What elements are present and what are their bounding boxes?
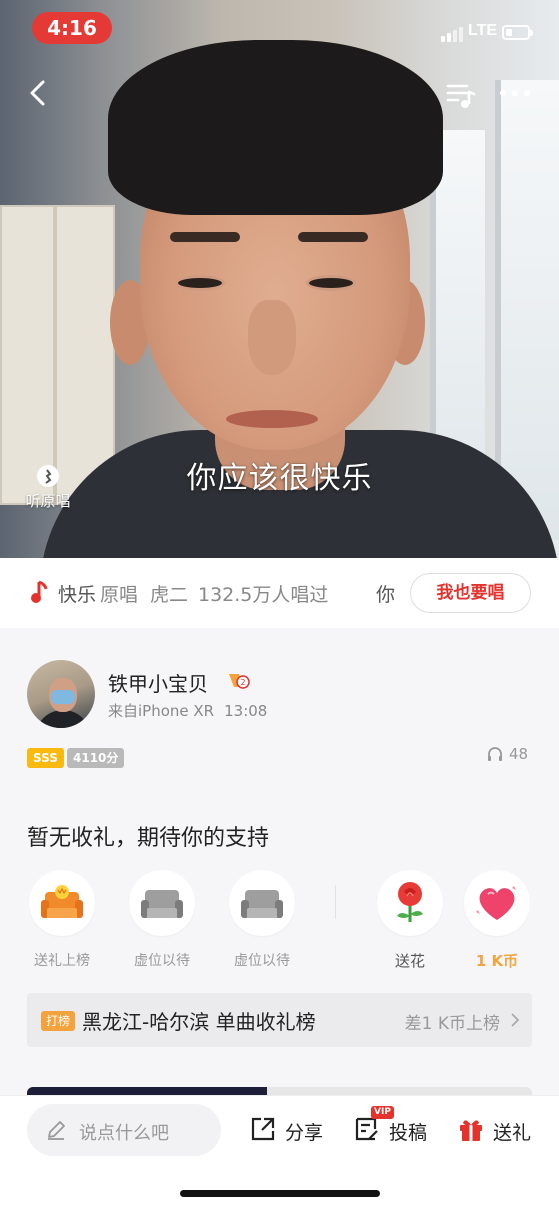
coin-gift-label: 1 K币 <box>475 952 519 970</box>
sofa-icon <box>129 870 195 936</box>
listen-original-button[interactable]: 听原唱 <box>18 465 78 511</box>
share-label: 分享 <box>285 1122 324 1144</box>
artist-name: 虎二 <box>150 584 189 606</box>
song-title: 快乐 <box>58 584 97 606</box>
pencil-icon <box>48 1121 65 1140</box>
gift-section-title: 暂无收礼，期待你的支持 <box>27 826 270 851</box>
listen-count-value: 48 <box>509 745 529 763</box>
back-icon[interactable] <box>22 76 56 110</box>
singer-brow <box>170 232 240 242</box>
network-label: LTE <box>468 22 498 39</box>
score-badge: 4110分 <box>67 748 125 768</box>
gift-slot-label: 虚位以待 <box>234 953 290 969</box>
singer-eye <box>306 275 356 291</box>
home-indicator <box>180 1190 380 1197</box>
vip-tag: VIP <box>371 1106 394 1119</box>
sofa-icon <box>229 870 295 936</box>
singer-brow <box>298 232 368 242</box>
send-gift-button[interactable]: 送礼 <box>457 1113 537 1145</box>
original-label: 原唱 <box>100 584 139 606</box>
comment-placeholder: 说点什么吧 <box>79 1123 169 1144</box>
comment-input[interactable]: 说点什么吧 <box>27 1104 221 1156</box>
headphone-icon <box>488 747 502 761</box>
original-vocal-icon <box>37 465 59 487</box>
send-flower-button[interactable]: 送花 <box>375 870 445 971</box>
music-note-icon <box>30 580 48 604</box>
signal-icon <box>441 26 463 42</box>
listen-count: 48 <box>487 745 528 763</box>
rank-title: 黑龙江-哈尔滨 单曲收礼榜 <box>82 1010 316 1034</box>
post-meta: 来自iPhone XR 13:08 <box>108 700 267 721</box>
gift-slot-label: 送礼上榜 <box>34 953 90 969</box>
next-fragment: 你 <box>376 584 396 606</box>
sofa-icon <box>29 870 95 936</box>
gift-icon <box>460 1120 482 1141</box>
status-time: 4:16 <box>32 12 112 44</box>
svg-text:2: 2 <box>240 678 245 687</box>
share-button[interactable]: 分享 <box>249 1113 329 1145</box>
gift-rank-slot[interactable]: 虚位以待 <box>127 870 197 970</box>
gift-rank-slot[interactable]: 虚位以待 <box>227 870 297 970</box>
sing-too-button[interactable]: 我也要唱 <box>410 573 531 613</box>
singer-hair <box>108 40 443 215</box>
gift-rank-bar[interactable]: 打榜 黑龙江-哈尔滨 单曲收礼榜 差1 K币上榜 <box>27 993 532 1047</box>
chevron-right-icon <box>510 1012 520 1028</box>
sung-count: 132.5万人唱过 <box>198 584 329 606</box>
post-time: 13:08 <box>224 702 268 720</box>
singer-eye <box>175 275 225 291</box>
singer-mouth <box>226 410 318 428</box>
battery-icon <box>502 25 533 40</box>
song-info-marquee: 快乐 原唱 虎二 132.5万人唱过 你 <box>58 578 400 608</box>
device-text: 来自iPhone XR <box>108 702 215 720</box>
share-icon <box>251 1117 275 1141</box>
gift-divider <box>335 885 336 919</box>
rank-tag: 打榜 <box>41 1011 76 1031</box>
avatar[interactable] <box>27 660 95 728</box>
playlist-icon[interactable] <box>445 80 477 110</box>
more-icon[interactable] <box>498 82 532 104</box>
username[interactable]: 铁甲小宝贝 <box>108 668 208 697</box>
status-bar: 4:16 LTE <box>0 0 559 60</box>
coin-gift-button[interactable]: 1 K币 <box>462 870 532 971</box>
listen-original-label: 听原唱 <box>25 492 71 510</box>
grade-badge: SSS <box>27 748 64 768</box>
send-flower-label: 送花 <box>394 952 425 970</box>
gift-label: 送礼 <box>493 1122 532 1144</box>
lyric-subtitle: 你应该很快乐 <box>186 461 373 496</box>
rose-icon <box>377 870 443 936</box>
gift-rank-slot[interactable]: 送礼上榜 <box>27 870 97 970</box>
contribute-label: 投稿 <box>389 1122 428 1144</box>
gift-slot-label: 虚位以待 <box>134 953 190 969</box>
vip-badge-icon: 2 <box>228 671 250 691</box>
heart-icon <box>464 870 530 936</box>
rank-diff: 差1 K币上榜 <box>404 1014 500 1034</box>
contribute-icon <box>355 1117 378 1141</box>
singer-nose <box>248 300 296 375</box>
